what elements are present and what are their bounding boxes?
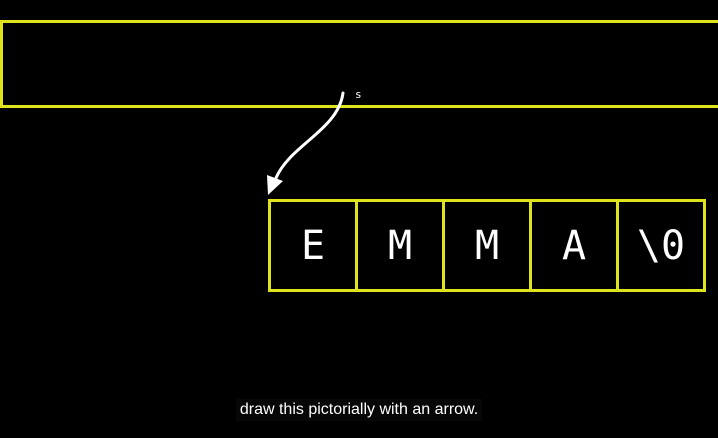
array-cell: \0 <box>616 199 706 292</box>
array-cell: E <box>268 199 358 292</box>
caption-text: draw this pictorially with an arrow. <box>235 399 483 421</box>
array-cell: M <box>355 199 445 292</box>
pointer-arrow-head <box>267 175 283 195</box>
caption-bar: draw this pictorially with an arrow. <box>0 399 718 421</box>
pointer-arrow-shaft <box>274 91 345 180</box>
array-cell: A <box>529 199 619 292</box>
diagram-canvas: s E M M A \0 draw this pictorially with an a… <box>0 0 718 438</box>
string-array: E M M A \0 <box>268 199 706 292</box>
array-cell: M <box>442 199 532 292</box>
